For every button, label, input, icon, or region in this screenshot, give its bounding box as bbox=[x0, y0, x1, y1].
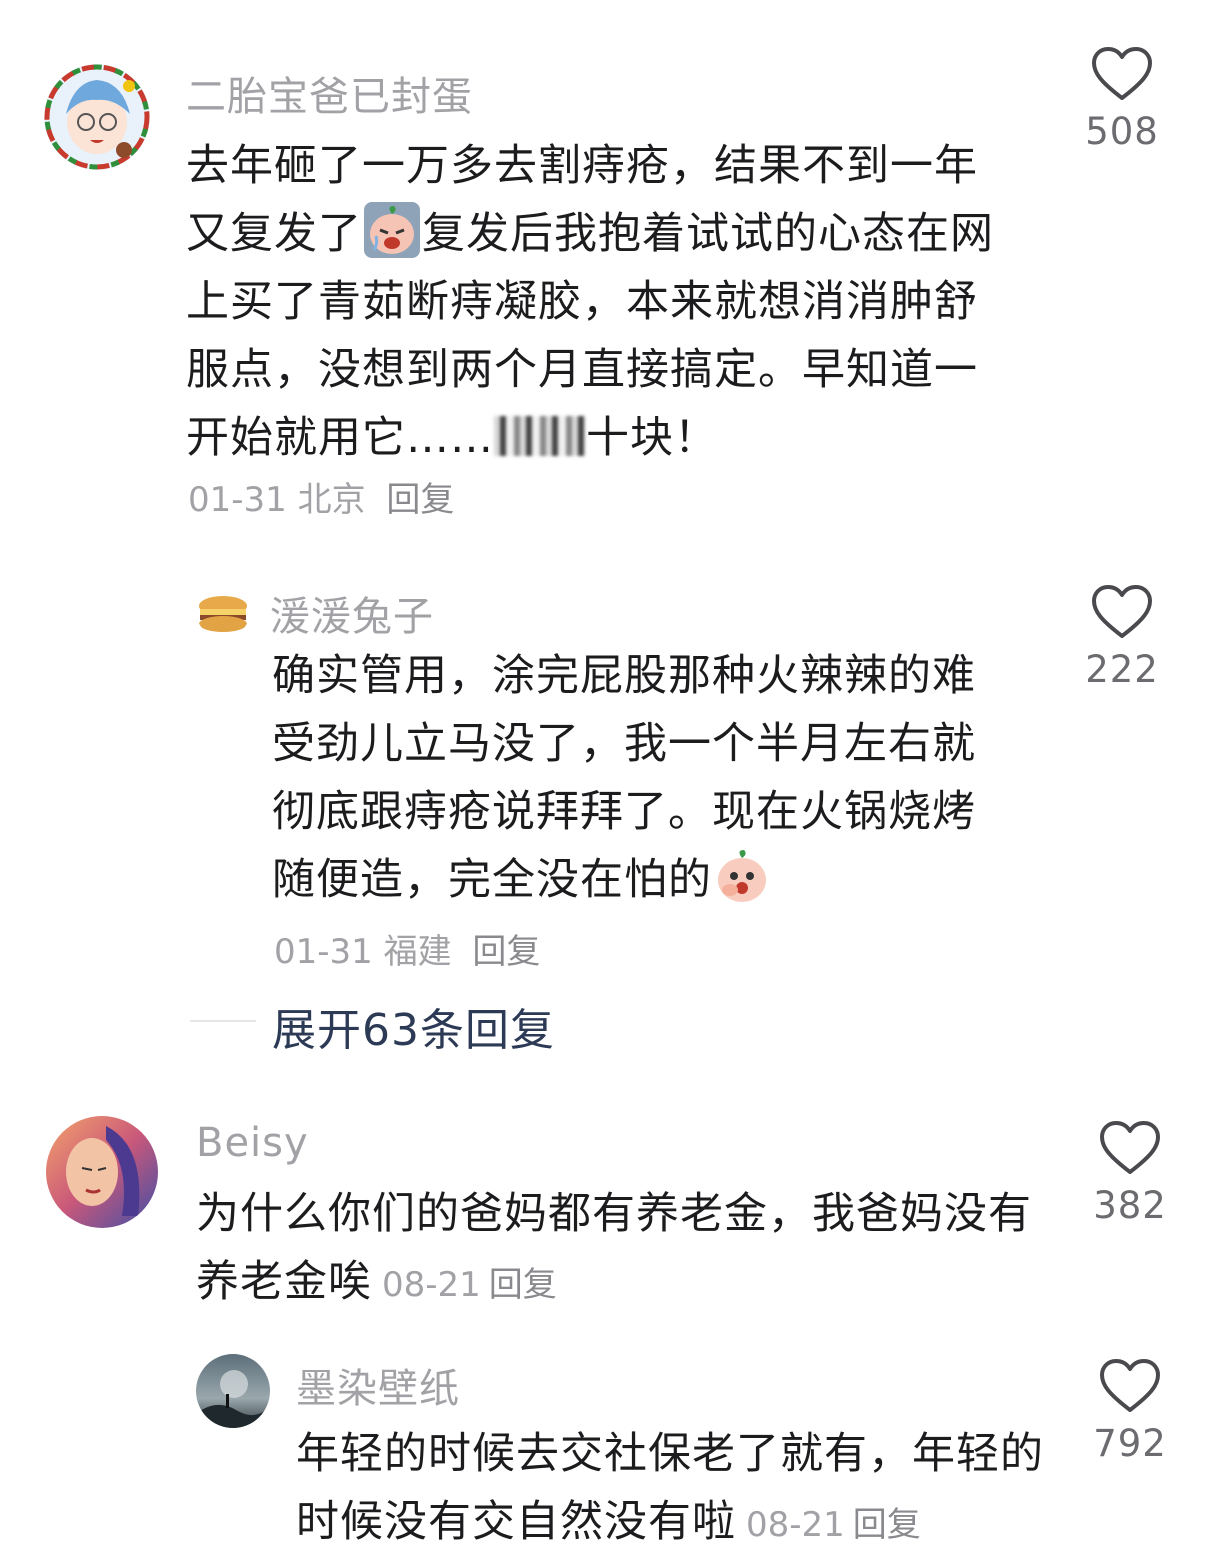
reply-button[interactable]: 回复 bbox=[386, 480, 454, 520]
avatar[interactable] bbox=[196, 1354, 270, 1428]
comment-location: 北京 bbox=[297, 480, 366, 520]
comment-text: 确实管用，涂完屁股那种火辣辣的难受劲儿立马没了，我一个半月左右就彻底跟痔疮说拜拜… bbox=[272, 642, 1002, 914]
divider bbox=[190, 1020, 256, 1022]
heart-outline-icon bbox=[1100, 1359, 1160, 1412]
comment-text: 年轻的时候去交社保老了就有，年轻的时候没有交自然没有啦 08-21 回复 bbox=[296, 1420, 1056, 1559]
comment-date: 08-21 bbox=[746, 1505, 845, 1545]
comment-text-part: 年轻的时候去交社保老了就有，年轻的时候没有交自然没有啦 bbox=[296, 1429, 1044, 1547]
comment-username[interactable]: Beisy bbox=[196, 1120, 309, 1166]
heart-outline-icon bbox=[1092, 47, 1152, 100]
like-button[interactable]: 382 bbox=[1070, 1120, 1190, 1227]
heart-outline-icon bbox=[1092, 585, 1152, 638]
avatar[interactable] bbox=[196, 584, 250, 638]
comment-location: 福建 bbox=[383, 932, 452, 972]
comment-text-part: 为什么你们的爸妈都有养老金，我爸妈没有养老金唉 bbox=[196, 1189, 1032, 1307]
surprised-peach-emoji-icon bbox=[714, 848, 770, 904]
avatar[interactable] bbox=[46, 1116, 158, 1228]
like-button[interactable]: 508 bbox=[1062, 46, 1182, 153]
heart-outline-icon bbox=[1100, 1121, 1160, 1174]
comment-date: 01-31 bbox=[188, 480, 287, 520]
crying-peach-emoji-icon bbox=[364, 202, 420, 258]
comment-text-part: 确实管用，涂完屁股那种火辣辣的难受劲儿立马没了，我一个半月左右就彻底跟痔疮说拜拜… bbox=[272, 651, 976, 905]
avatar[interactable] bbox=[44, 64, 150, 170]
comment-text: 为什么你们的爸妈都有养老金，我爸妈没有养老金唉 08-21 回复 bbox=[196, 1180, 1056, 1319]
reply-button[interactable]: 回复 bbox=[853, 1505, 921, 1545]
comment-date: 01-31 bbox=[274, 932, 373, 972]
comment-username[interactable]: 墨染壁纸 bbox=[296, 1356, 460, 1414]
comment-meta: 01-31 北京 回复 bbox=[188, 472, 454, 521]
comment-date: 08-21 bbox=[382, 1265, 481, 1305]
comment-text-part: 十块！ bbox=[586, 413, 718, 463]
like-count: 382 bbox=[1093, 1184, 1167, 1227]
expand-replies-button[interactable]: 展开63条回复 bbox=[272, 994, 555, 1058]
like-button[interactable]: 222 bbox=[1062, 584, 1182, 691]
blurred-text bbox=[494, 416, 586, 456]
like-count: 792 bbox=[1093, 1422, 1167, 1465]
comment-username[interactable]: 二胎宝爸已封蛋 bbox=[186, 64, 473, 122]
comment-meta: 08-21 回复 bbox=[382, 1265, 557, 1305]
like-count: 508 bbox=[1085, 110, 1159, 153]
reply-button[interactable]: 回复 bbox=[472, 932, 540, 972]
like-button[interactable]: 792 bbox=[1070, 1358, 1190, 1465]
comment-meta: 01-31 福建 回复 bbox=[274, 924, 540, 973]
reply-button[interactable]: 回复 bbox=[489, 1265, 557, 1305]
like-count: 222 bbox=[1085, 648, 1159, 691]
comment-meta: 08-21 回复 bbox=[746, 1505, 921, 1545]
comment-username[interactable]: 湲湲兔子 bbox=[270, 584, 434, 642]
comment-text: 去年砸了一万多去割痔疮，结果不到一年又复发了 复发后我抱着试试的心态在网上买了青茹… bbox=[186, 132, 1016, 472]
